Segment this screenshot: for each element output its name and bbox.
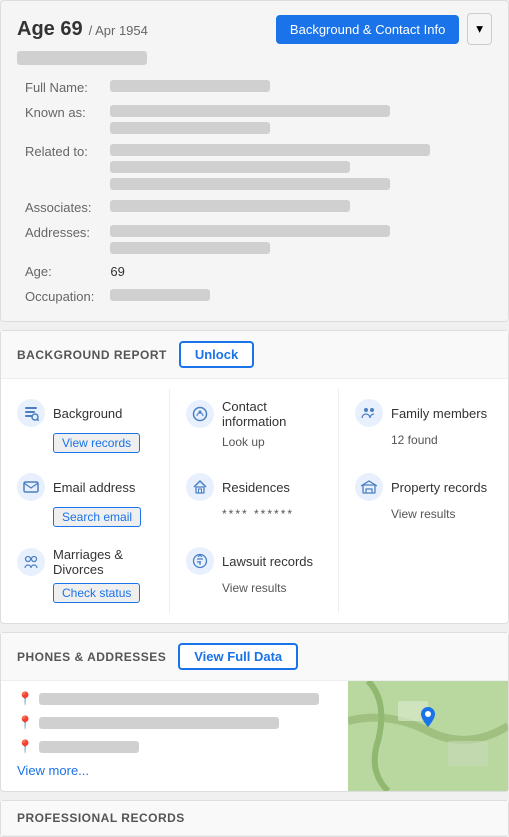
report-item-residences: Residences **** ******	[170, 463, 339, 537]
dropdown-arrow-button[interactable]: ▾	[467, 13, 492, 45]
full-name-value	[110, 80, 270, 92]
addresses-bar-2	[110, 242, 270, 254]
background-report-card: BACKGROUND REPORT Unlock Background View…	[0, 330, 509, 624]
location-icon-3: 📍	[17, 739, 33, 755]
contact-icon	[186, 400, 214, 428]
report-item-property: Property records View results	[339, 463, 508, 537]
professional-records-title: PROFESSIONAL RECORDS	[17, 811, 185, 825]
residences-label: Residences	[222, 480, 290, 495]
marriages-icon	[17, 548, 45, 576]
phones-addresses-header: PHONES & ADDRESSES View Full Data	[1, 633, 508, 681]
age-label: Age:	[17, 259, 102, 284]
report-item-family: Family members 12 found	[339, 389, 508, 463]
report-item-background: Background View records	[1, 389, 170, 463]
info-table: Full Name: Known as: Related to:	[17, 75, 492, 309]
address-bar-2	[39, 717, 279, 729]
phone-item-3: 📍	[17, 739, 332, 755]
phones-content: 📍 📍 📍 View more...	[1, 681, 508, 791]
occupation-bar	[110, 289, 210, 301]
full-name-label: Full Name:	[17, 75, 102, 100]
contact-lookup-text: Look up	[222, 435, 265, 449]
header-section: Age 69 / Apr 1954 Background & Contact I…	[0, 0, 509, 322]
contact-label: Contact information	[222, 399, 322, 429]
related-to-bar-1	[110, 144, 430, 156]
age-line: Age 69 / Apr 1954	[17, 18, 148, 41]
marriages-status-btn[interactable]: Check status	[53, 583, 140, 603]
professional-records-card: PROFESSIONAL RECORDS	[0, 800, 509, 837]
report-grid: Background View records Contact informat…	[1, 379, 508, 623]
known-as-bar-2	[110, 122, 270, 134]
dob-text: / Apr 1954	[89, 23, 148, 38]
associates-label: Associates:	[17, 195, 102, 220]
residences-icon	[186, 473, 214, 501]
associates-bar	[110, 200, 350, 212]
address-bar-3	[39, 741, 139, 753]
background-report-title: BACKGROUND REPORT	[17, 348, 167, 362]
addresses-label: Addresses:	[17, 220, 102, 259]
marriages-label: Marriages & Divorces	[53, 547, 153, 577]
age-text: Age 69	[17, 18, 83, 41]
report-item-marriages: Marriages & Divorces Check status	[1, 537, 170, 613]
unlock-button[interactable]: Unlock	[179, 341, 254, 368]
lawsuit-icon	[186, 547, 214, 575]
phones-addresses-card: PHONES & ADDRESSES View Full Data 📍 📍 📍 …	[0, 632, 509, 792]
email-icon	[17, 473, 45, 501]
location-icon-1: 📍	[17, 691, 33, 707]
phone-item-2: 📍	[17, 715, 332, 731]
phones-right: 🗺 View Map	[348, 681, 508, 791]
family-label: Family members	[391, 406, 487, 421]
chevron-down-icon: ▾	[476, 21, 483, 36]
map-thumbnail: 🗺 View Map	[348, 681, 508, 791]
phones-left: 📍 📍 📍 View more...	[1, 681, 348, 791]
background-label: Background	[53, 406, 122, 421]
address-bar-1	[39, 693, 319, 705]
view-more-link[interactable]: View more...	[17, 763, 332, 778]
property-icon	[355, 473, 383, 501]
related-to-bar-3	[110, 178, 390, 190]
bg-contact-button[interactable]: Background & Contact Info	[276, 15, 459, 44]
family-count-text: 12 found	[391, 433, 438, 447]
property-label: Property records	[391, 480, 487, 495]
name-bar-placeholder	[17, 51, 147, 65]
property-results-text: View results	[391, 507, 455, 521]
report-item-lawsuit: Lawsuit records View results	[170, 537, 339, 613]
view-full-data-button[interactable]: View Full Data	[178, 643, 298, 670]
map-pin-icon	[419, 707, 437, 729]
known-as-bar-1	[110, 105, 390, 117]
age-value: 69	[102, 259, 492, 284]
report-item-email: Email address Search email	[1, 463, 170, 537]
background-view-records-btn[interactable]: View records	[53, 433, 140, 453]
email-search-btn[interactable]: Search email	[53, 507, 141, 527]
professional-records-header: PROFESSIONAL RECORDS	[1, 801, 508, 836]
phone-item-1: 📍	[17, 691, 332, 707]
addresses-bar-1	[110, 225, 390, 237]
residences-masked-text: **** ******	[222, 507, 294, 521]
background-icon	[17, 399, 45, 427]
location-icon-2: 📍	[17, 715, 33, 731]
known-as-label: Known as:	[17, 100, 102, 139]
related-to-bar-2	[110, 161, 350, 173]
related-to-label: Related to:	[17, 139, 102, 195]
report-item-contact: Contact information Look up	[170, 389, 339, 463]
email-label: Email address	[53, 480, 135, 495]
occupation-label: Occupation:	[17, 284, 102, 309]
family-icon	[355, 399, 383, 427]
lawsuit-label: Lawsuit records	[222, 554, 313, 569]
background-report-header: BACKGROUND REPORT Unlock	[1, 331, 508, 379]
lawsuit-results-text: View results	[222, 581, 286, 595]
phones-addresses-title: PHONES & ADDRESSES	[17, 650, 166, 664]
